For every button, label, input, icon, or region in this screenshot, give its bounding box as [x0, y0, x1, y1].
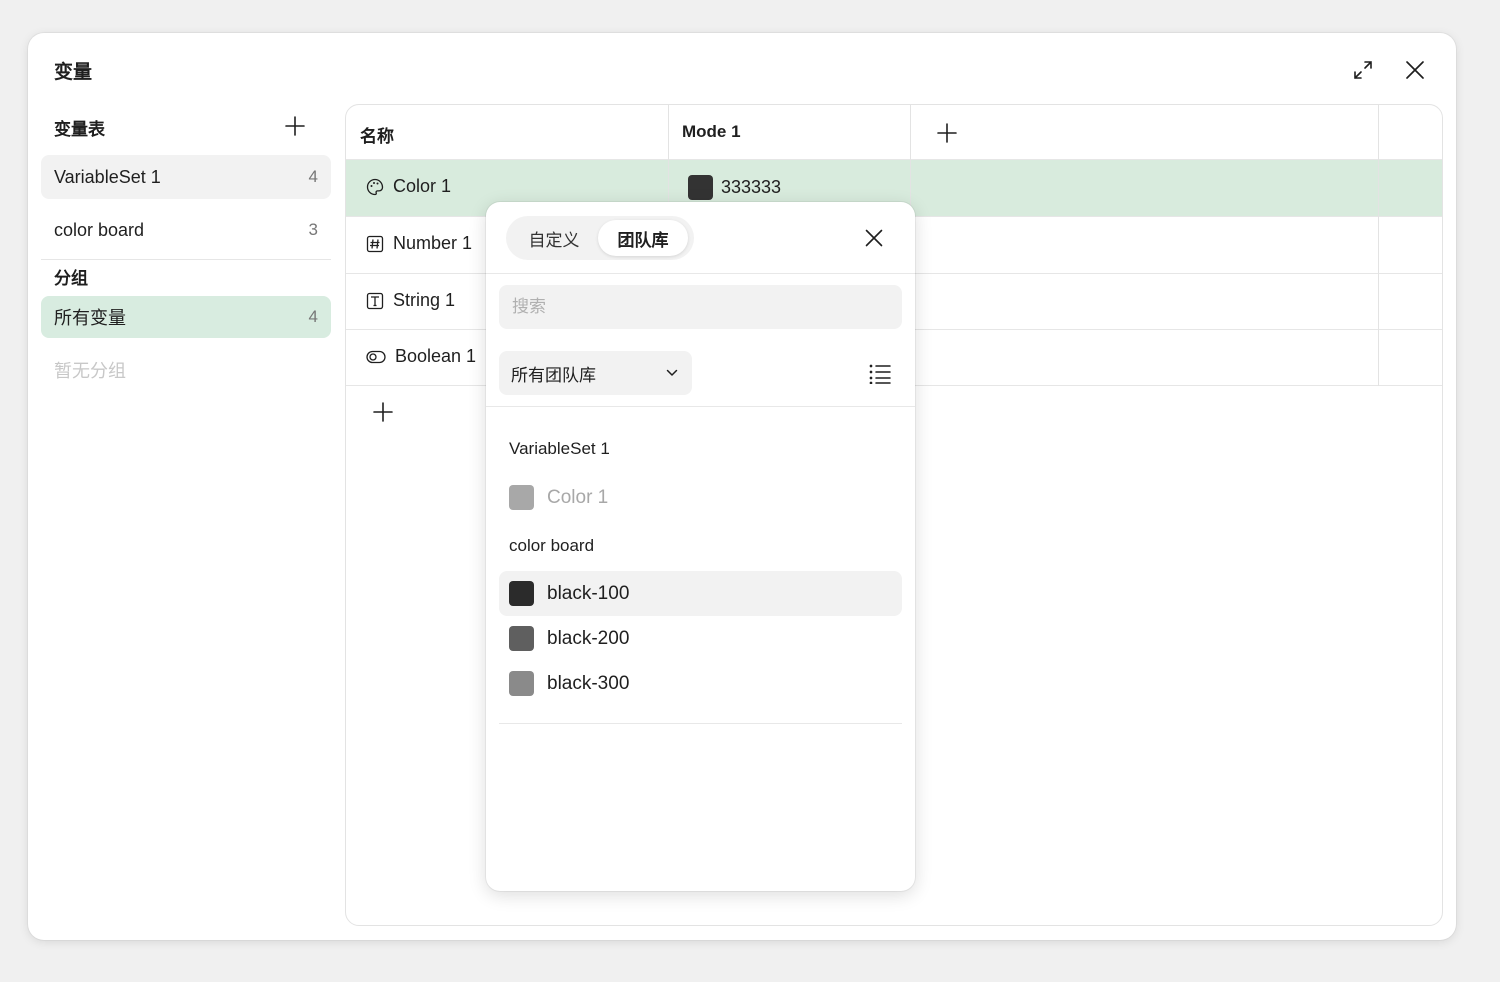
- color-swatch: [509, 485, 534, 510]
- variable-name-cell[interactable]: String 1: [366, 290, 455, 311]
- color-variable-name: black-300: [547, 672, 630, 694]
- variable-name-cell[interactable]: Number 1: [366, 233, 472, 254]
- color-variable-name: black-100: [547, 582, 630, 604]
- sidebar-item-count: 4: [308, 307, 318, 326]
- color-variable-picker: 自定义 团队库 所有团队库 VariableSet 1 Color 1 colo…: [486, 202, 915, 891]
- color-swatch: [509, 581, 534, 606]
- color-variable-item[interactable]: black-300: [499, 661, 902, 706]
- sidebar-item-count: 4: [308, 167, 318, 186]
- add-variable-set-button[interactable]: [280, 111, 310, 141]
- sidebar-item-count: 3: [308, 220, 318, 239]
- add-mode-button[interactable]: [932, 118, 962, 148]
- variable-name: Boolean 1: [395, 346, 477, 366]
- text-icon: [366, 292, 384, 309]
- color-swatch: [509, 626, 534, 651]
- variable-value-cell[interactable]: 333333: [688, 175, 781, 200]
- sidebar-item-label: color board: [54, 219, 145, 240]
- color-swatch: [688, 175, 713, 200]
- library-group-label: VariableSet 1: [509, 439, 610, 458]
- number-icon: [366, 235, 384, 252]
- color-swatch: [509, 671, 534, 696]
- plus-icon: [373, 402, 393, 422]
- chevron-down-icon: [666, 369, 678, 376]
- popover-divider: [486, 273, 915, 274]
- tab-custom[interactable]: 自定义: [510, 220, 598, 256]
- color-variable-name: black-200: [547, 627, 630, 649]
- expand-icon: [1354, 61, 1372, 79]
- dialog-close-button[interactable]: [1398, 53, 1432, 87]
- empty-groups-text: 暂无分组: [54, 361, 126, 381]
- color-variable-item-disabled: Color 1: [499, 475, 902, 520]
- source-segmented-control: 自定义 团队库: [506, 216, 694, 260]
- close-icon: [1406, 61, 1424, 79]
- popover-close-button[interactable]: [858, 222, 890, 254]
- column-divider: [1378, 105, 1379, 386]
- library-dropdown[interactable]: 所有团队库: [499, 351, 692, 395]
- column-divider: [910, 105, 911, 217]
- library-group-label: color board: [509, 536, 595, 555]
- table-header-row: 名称 Mode 1: [346, 105, 1442, 160]
- plus-icon: [937, 123, 957, 143]
- variable-sets-header: 变量表: [54, 120, 105, 139]
- variable-name: String 1: [393, 290, 456, 310]
- expand-button[interactable]: [1346, 53, 1380, 87]
- variable-name-cell[interactable]: Color 1: [366, 176, 451, 197]
- list-icon: [869, 364, 891, 384]
- tab-team-library[interactable]: 团队库: [598, 220, 688, 256]
- sidebar-divider: [41, 259, 331, 260]
- column-header-mode[interactable]: Mode 1: [682, 122, 741, 142]
- color-variable-item[interactable]: black-100: [499, 571, 902, 616]
- column-divider: [668, 105, 669, 217]
- color-variable-name: Color 1: [547, 486, 609, 508]
- library-dropdown-value: 所有团队库: [511, 365, 596, 385]
- sidebar-item-all-variables[interactable]: 所有变量 4: [41, 296, 331, 338]
- palette-icon: [366, 178, 384, 195]
- color-variable-item[interactable]: black-200: [499, 616, 902, 661]
- variable-value: 333333: [721, 177, 782, 197]
- groups-header: 分组: [54, 269, 88, 288]
- list-view-button[interactable]: [864, 358, 896, 390]
- variable-name: Number 1: [393, 233, 473, 253]
- popover-divider: [499, 723, 902, 724]
- dialog-title: 变量: [54, 62, 93, 83]
- popover-divider: [486, 406, 915, 407]
- sidebar-item-variableset-1[interactable]: VariableSet 1 4: [41, 155, 331, 199]
- toggle-icon: [366, 350, 386, 363]
- sidebar-item-label: 所有变量: [54, 308, 126, 328]
- search-input[interactable]: [499, 285, 902, 329]
- add-variable-button[interactable]: [368, 397, 398, 427]
- variable-name-cell[interactable]: Boolean 1: [366, 346, 476, 367]
- plus-icon: [285, 116, 305, 136]
- close-icon: [865, 229, 883, 247]
- sidebar-item-label: VariableSet 1: [54, 166, 161, 187]
- sidebar-item-color-board[interactable]: color board 3: [41, 208, 331, 252]
- column-header-name: 名称: [360, 127, 394, 146]
- variable-name: Color 1: [393, 176, 452, 196]
